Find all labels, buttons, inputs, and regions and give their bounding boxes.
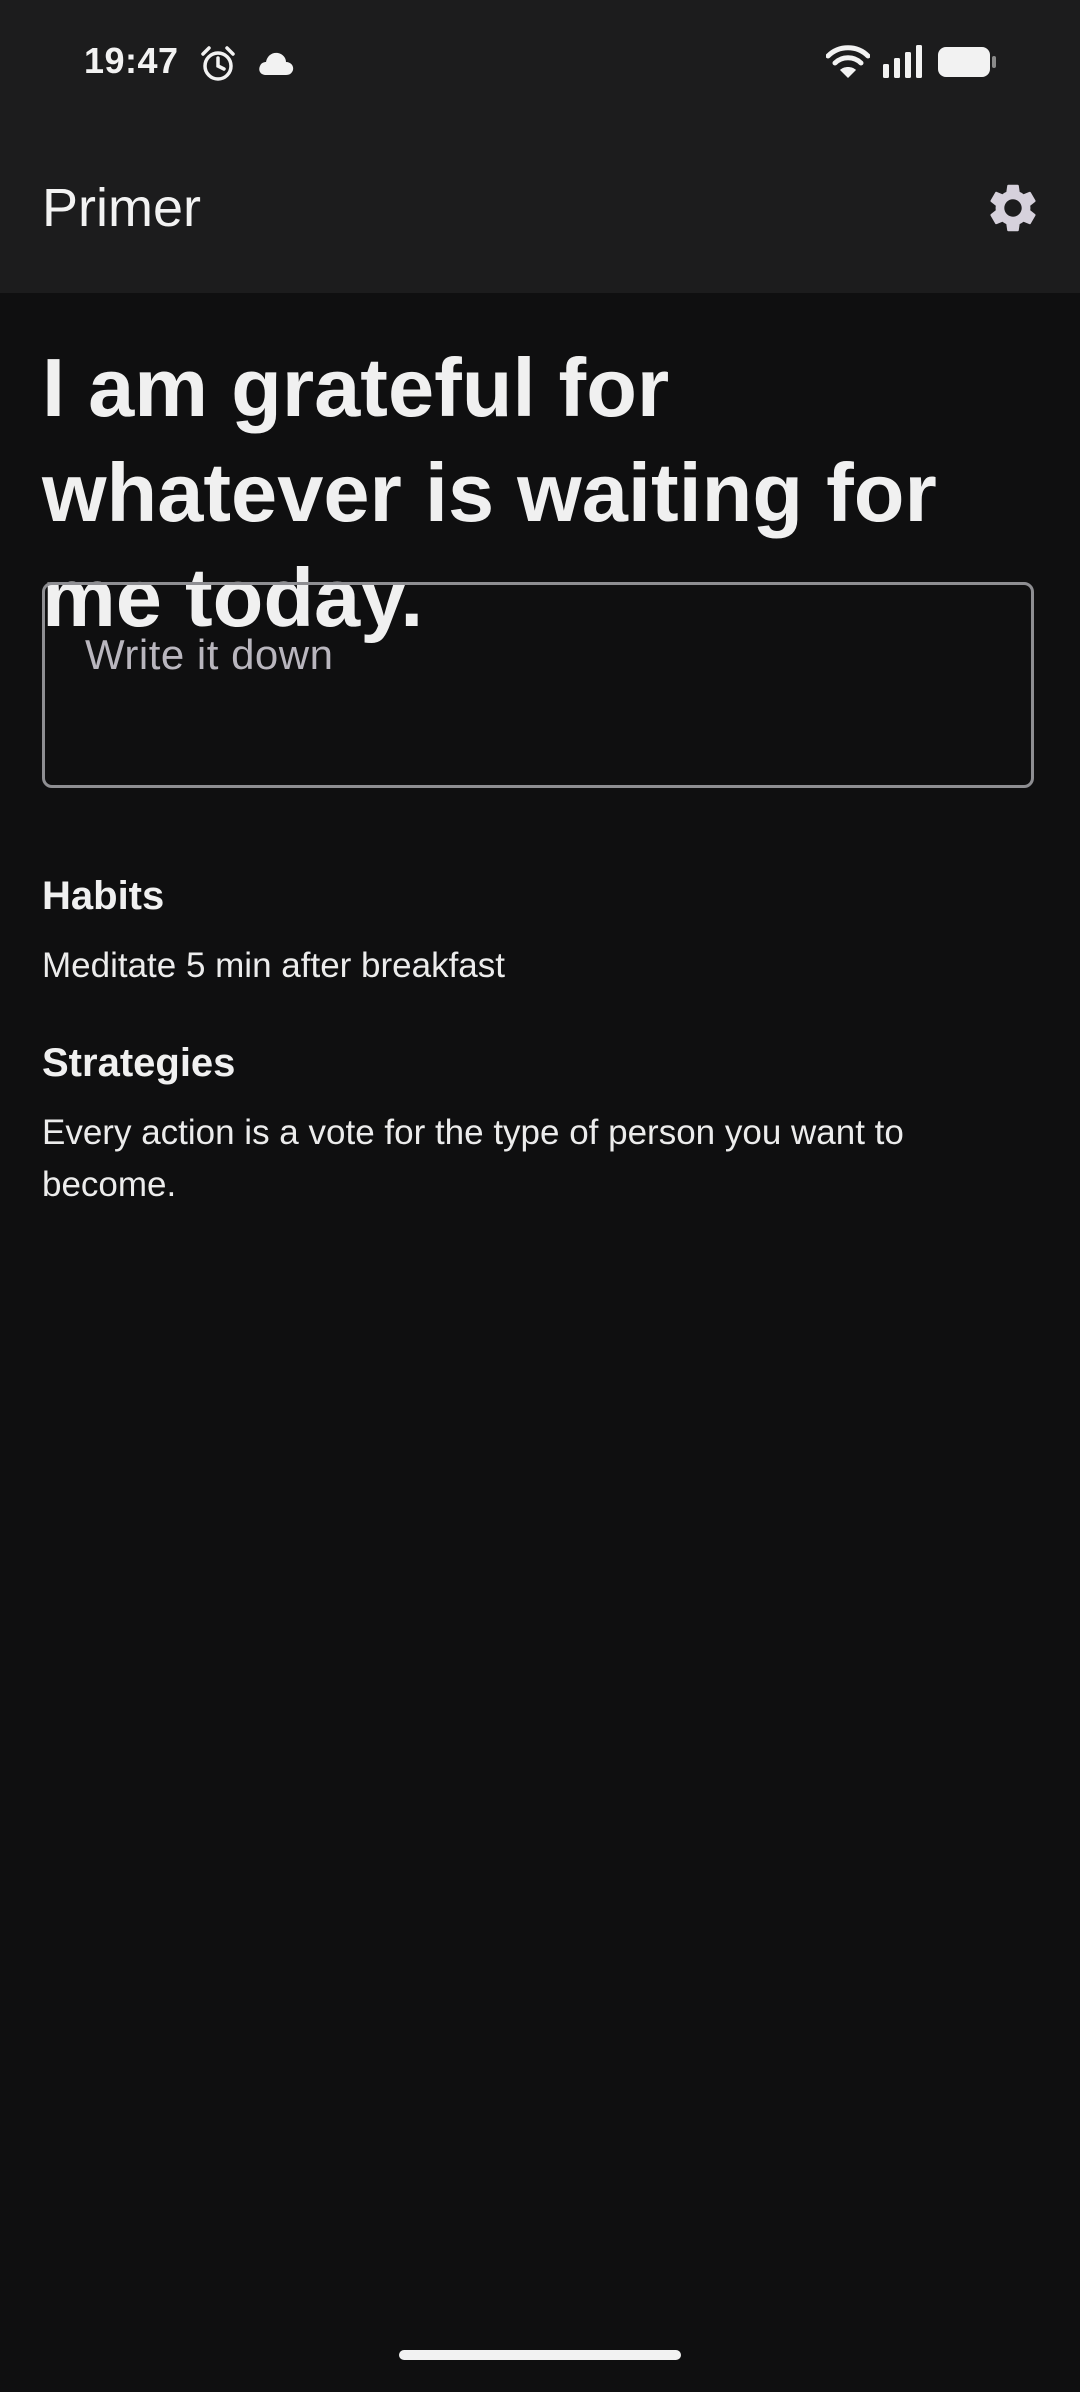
cloud-icon [257,50,295,81]
signal-icon [882,44,926,83]
status-bar: 19:47 [0,0,1080,125]
journal-field[interactable] [42,582,1034,788]
strategies-text: Every action is a vote for the type of p… [42,1113,904,1204]
home-indicator[interactable] [399,2350,681,2360]
settings-button[interactable] [984,179,1042,237]
strategies-heading: Strategies [42,1041,236,1085]
journal-input[interactable] [85,625,985,685]
app-screen: 19:47 Primer I am grateful for whatever … [0,0,1080,2392]
app-bar: Primer [0,125,1080,293]
habits-heading: Habits [42,874,165,918]
wifi-icon [825,44,871,85]
status-time: 19:47 [84,40,179,81]
app-title: Primer [42,178,201,238]
habits-text: Meditate 5 min after breakfast [42,946,505,985]
gear-icon [984,184,1042,241]
battery-icon [937,46,997,83]
alarm-icon [198,44,238,89]
